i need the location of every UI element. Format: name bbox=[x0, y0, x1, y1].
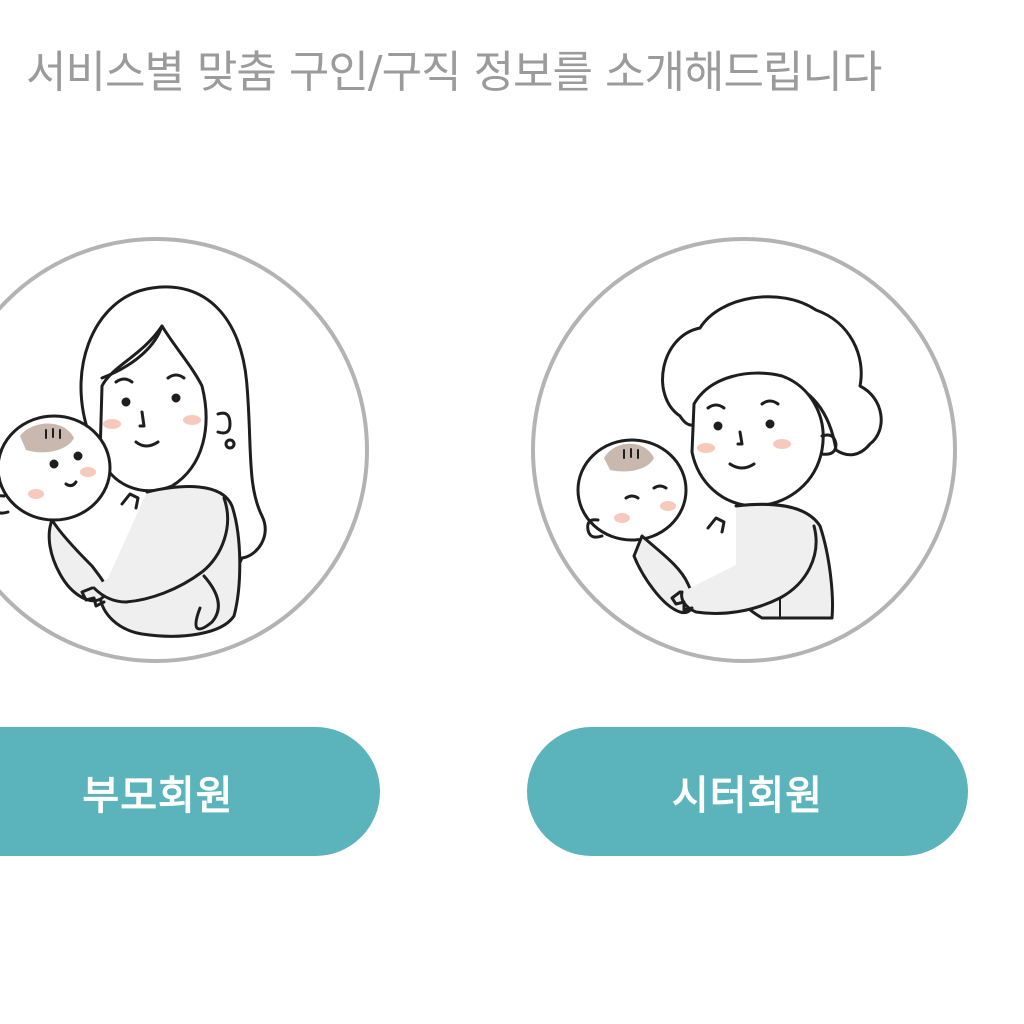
grandmother-face bbox=[690, 371, 825, 508]
parent-member-illustration[interactable] bbox=[0, 236, 370, 664]
member-type-selection-page: 서비스별 맞춤 구인/구직 정보를 소개해드립니다 부모회원 시터회원 bbox=[0, 0, 1024, 1024]
parent-member-button[interactable]: 부모회원 bbox=[0, 727, 380, 856]
sitter-member-button[interactable]: 시터회원 bbox=[527, 727, 968, 856]
sitter-member-illustration[interactable] bbox=[530, 236, 958, 664]
page-title: 서비스별 맞춤 구인/구직 정보를 소개해드립니다 bbox=[26, 47, 882, 98]
